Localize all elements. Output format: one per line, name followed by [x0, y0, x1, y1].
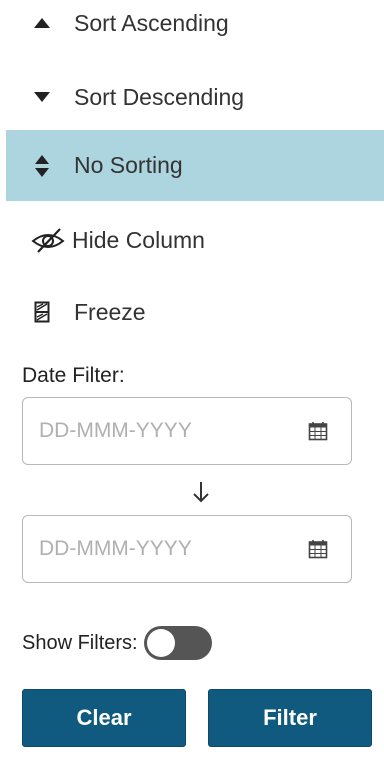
caret-down-icon — [30, 85, 54, 109]
menu-item-freeze[interactable]: Freeze — [6, 282, 384, 342]
caret-up-icon — [30, 11, 54, 35]
date-from-field[interactable] — [22, 397, 352, 465]
show-filters-toggle[interactable] — [143, 626, 212, 660]
menu-label: Sort Ascending — [74, 9, 229, 36]
freeze-icon — [30, 300, 54, 324]
menu-item-sort-ascending[interactable]: Sort Ascending — [6, 0, 384, 53]
date-from-input[interactable] — [39, 419, 307, 443]
show-filters-row: Show Filters: — [22, 625, 212, 661]
arrow-down-icon — [191, 480, 211, 504]
menu-item-sort-descending[interactable]: Sort Descending — [6, 67, 384, 127]
eye-slash-icon — [30, 228, 66, 253]
date-to-field[interactable] — [22, 515, 352, 583]
clear-button[interactable]: Clear — [22, 689, 186, 747]
sort-both-icon — [30, 154, 54, 178]
menu-label: No Sorting — [74, 152, 183, 178]
menu-item-no-sorting[interactable]: No Sorting — [6, 130, 384, 201]
menu-label: Freeze — [74, 298, 146, 325]
toggle-knob — [146, 629, 175, 657]
calendar-icon[interactable] — [307, 538, 329, 560]
menu-label: Sort Descending — [74, 83, 245, 110]
date-to-input[interactable] — [39, 537, 307, 561]
menu-label: Hide Column — [72, 226, 205, 253]
menu-item-hide-column[interactable]: Hide Column — [6, 210, 384, 270]
date-filter-label: Date Filter: — [22, 364, 125, 387]
show-filters-label: Show Filters: — [22, 631, 138, 654]
calendar-icon[interactable] — [307, 420, 329, 442]
filter-button[interactable]: Filter — [208, 689, 372, 747]
